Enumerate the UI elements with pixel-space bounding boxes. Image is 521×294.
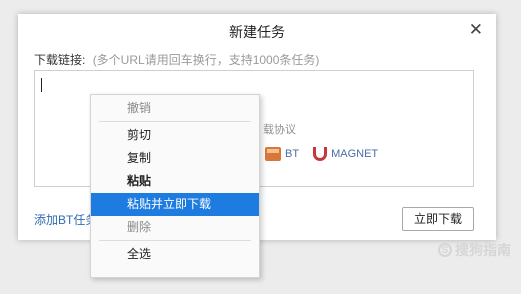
text-caret xyxy=(41,78,42,92)
menu-item-cut[interactable]: 剪切 xyxy=(91,124,259,147)
context-menu: 撤销 剪切 复制 粘贴 粘贴并立即下载 删除 全选 xyxy=(90,94,260,278)
menu-item-paste-and-download[interactable]: 粘贴并立即下载 xyxy=(91,193,259,216)
watermark-text: 搜狗指南 xyxy=(455,242,511,258)
add-bt-task-link[interactable]: 添加BT任务 xyxy=(34,211,97,228)
sogou-watermark: S 搜狗指南 xyxy=(438,240,511,260)
menu-item-undo[interactable]: 撤销 xyxy=(91,97,259,120)
menu-item-delete[interactable]: 删除 xyxy=(91,216,259,239)
download-link-label: 下载链接: xyxy=(34,53,86,67)
protocol-bt-label: BT xyxy=(285,148,300,160)
protocol-list: BT MAGNET xyxy=(265,147,378,161)
menu-item-copy[interactable]: 复制 xyxy=(91,147,259,170)
protocol-magnet-label: MAGNET xyxy=(331,148,379,160)
bt-file-icon xyxy=(265,147,281,161)
dialog-title: 新建任务 xyxy=(229,24,285,40)
download-link-hint: (多个URL请用回车换行，支持1000条任务) xyxy=(92,53,320,67)
protocol-magnet: MAGNET xyxy=(313,147,378,161)
protocol-bt: BT xyxy=(265,147,299,161)
magnet-icon xyxy=(313,147,328,161)
menu-separator xyxy=(99,240,251,241)
close-icon[interactable]: ✕ xyxy=(469,20,483,40)
supported-protocols-text: 载协议 xyxy=(263,124,296,136)
menu-separator xyxy=(99,121,251,122)
menu-item-select-all[interactable]: 全选 xyxy=(91,243,259,266)
sogou-logo: S xyxy=(438,243,452,257)
download-now-button[interactable]: 立即下载 xyxy=(402,207,474,231)
download-link-label-row: 下载链接: (多个URL请用回车换行，支持1000条任务) xyxy=(34,51,319,68)
menu-item-paste[interactable]: 粘贴 xyxy=(91,170,259,193)
